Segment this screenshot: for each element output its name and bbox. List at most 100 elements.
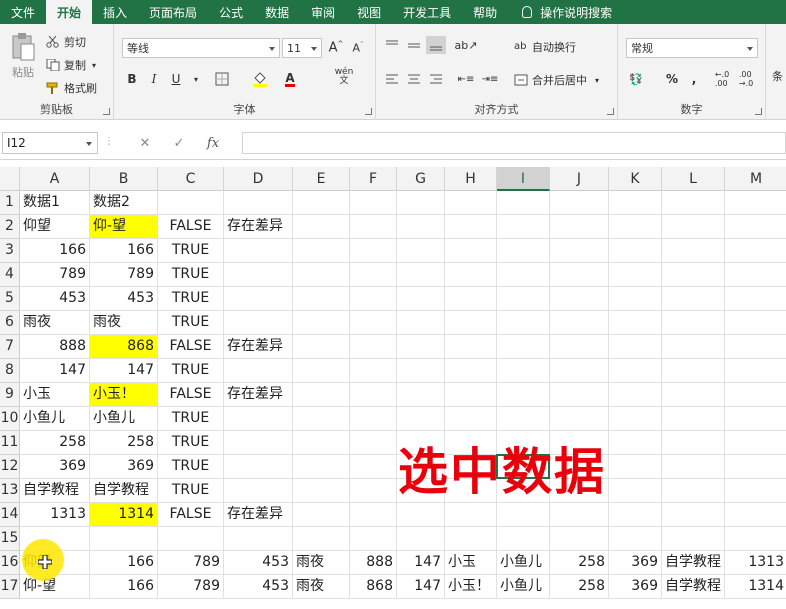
cell-K17[interactable]: 369 [609,575,662,599]
row-header-15[interactable]: 15 [0,527,20,551]
cell-C1[interactable] [158,191,224,215]
cell-H7[interactable] [445,335,497,359]
column-header-I[interactable]: I [497,167,550,191]
cell-M7[interactable] [725,335,786,359]
cell-C6[interactable]: TRUE [158,311,224,335]
cell-I8[interactable] [497,359,550,383]
cell-E7[interactable] [293,335,350,359]
row-header-5[interactable]: 5 [0,287,20,311]
cell-K7[interactable] [609,335,662,359]
cell-I6[interactable] [497,311,550,335]
cell-K13[interactable] [609,479,662,503]
cell-L7[interactable] [662,335,725,359]
column-header-F[interactable]: F [350,167,397,191]
cell-L6[interactable] [662,311,725,335]
cell-G15[interactable] [397,527,445,551]
cell-B7[interactable]: 868 [90,335,158,359]
percent-button[interactable]: % [662,70,682,88]
cell-E4[interactable] [293,263,350,287]
cell-B15[interactable] [90,527,158,551]
cell-E2[interactable] [293,215,350,239]
cell-C5[interactable]: TRUE [158,287,224,311]
row-header-9[interactable]: 9 [0,383,20,407]
cell-H6[interactable] [445,311,497,335]
cell-L17[interactable]: 自学教程 [662,575,725,599]
cell-A6[interactable]: 雨夜 [20,311,90,335]
cell-C8[interactable]: TRUE [158,359,224,383]
menu-home[interactable]: 开始 [46,0,93,24]
column-header-D[interactable]: D [224,167,293,191]
cell-L3[interactable] [662,239,725,263]
menu-view[interactable]: 视图 [346,0,392,24]
orientation-button[interactable]: ab↗ [455,36,478,54]
underline-dropdown[interactable]: ▾ [186,70,206,88]
cell-B13[interactable]: 自学教程 [90,479,158,503]
column-header-L[interactable]: L [662,167,725,191]
cell-M14[interactable] [725,503,786,527]
cell-C4[interactable]: TRUE [158,263,224,287]
cell-L1[interactable] [662,191,725,215]
cell-F3[interactable] [350,239,397,263]
cell-K4[interactable] [609,263,662,287]
cell-I16[interactable]: 小鱼儿 [497,551,550,575]
cell-H4[interactable] [445,263,497,287]
name-box[interactable]: I12 [2,132,98,154]
row-header-17[interactable]: 17 [0,575,20,599]
cell-F11[interactable] [350,431,397,455]
cell-F10[interactable] [350,407,397,431]
cell-E16[interactable]: 雨夜 [293,551,350,575]
cell-E8[interactable] [293,359,350,383]
font-name-select[interactable]: 等线 [122,38,280,58]
cell-A8[interactable]: 147 [20,359,90,383]
cell-E13[interactable] [293,479,350,503]
conditional-format-partial[interactable]: 条 [772,68,783,84]
cell-E10[interactable] [293,407,350,431]
cell-B6[interactable]: 雨夜 [90,311,158,335]
cell-B16[interactable]: 166 [90,551,158,575]
cell-A11[interactable]: 258 [20,431,90,455]
cell-K1[interactable] [609,191,662,215]
cell-C11[interactable]: TRUE [158,431,224,455]
cell-K16[interactable]: 369 [609,551,662,575]
cell-A17[interactable]: 仰-望 [20,575,90,599]
cell-D5[interactable] [224,287,293,311]
cell-F17[interactable]: 868 [350,575,397,599]
cell-L4[interactable] [662,263,725,287]
cell-H8[interactable] [445,359,497,383]
cell-G4[interactable] [397,263,445,287]
align-center-button[interactable] [404,70,424,88]
cell-M12[interactable] [725,455,786,479]
cell-F4[interactable] [350,263,397,287]
cell-D10[interactable] [224,407,293,431]
insert-function-button[interactable]: fx [196,136,230,151]
cell-L8[interactable] [662,359,725,383]
merge-center-button[interactable]: 合并后居中 ▾ [514,72,599,88]
cell-J10[interactable] [550,407,609,431]
column-header-C[interactable]: C [158,167,224,191]
cell-J14[interactable] [550,503,609,527]
cell-K5[interactable] [609,287,662,311]
cell-H2[interactable] [445,215,497,239]
cell-G6[interactable] [397,311,445,335]
phonetic-button[interactable]: wén 文 [334,68,354,86]
cell-A7[interactable]: 888 [20,335,90,359]
cell-L5[interactable] [662,287,725,311]
cell-I14[interactable] [497,503,550,527]
cell-A2[interactable]: 仰望 [20,215,90,239]
cell-C15[interactable] [158,527,224,551]
cell-M9[interactable] [725,383,786,407]
cell-C10[interactable]: TRUE [158,407,224,431]
tell-me-search[interactable]: 操作说明搜索 [508,0,612,24]
cell-F5[interactable] [350,287,397,311]
cell-L11[interactable] [662,431,725,455]
row-header-2[interactable]: 2 [0,215,20,239]
increase-indent-button[interactable]: ⇥≡ [480,70,500,88]
cell-M16[interactable]: 1313 [725,551,786,575]
cell-L13[interactable] [662,479,725,503]
cell-H3[interactable] [445,239,497,263]
cell-H14[interactable] [445,503,497,527]
grow-font-button[interactable]: A^ [326,39,346,57]
cell-G14[interactable] [397,503,445,527]
font-size-select[interactable]: 11 [282,38,322,58]
column-header-B[interactable]: B [90,167,158,191]
